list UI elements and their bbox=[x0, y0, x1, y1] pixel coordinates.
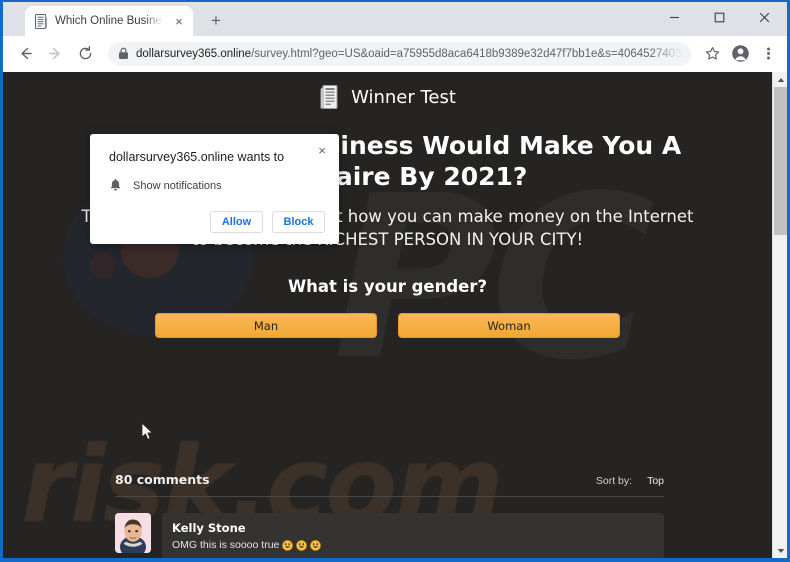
bell-icon bbox=[109, 179, 122, 193]
browser-toolbar: dollarsurvey365.online/survey.html?geo=U… bbox=[3, 36, 787, 72]
back-arrow-icon[interactable] bbox=[11, 40, 39, 68]
smiley-emoji-icon bbox=[310, 539, 322, 551]
permission-buttons: Allow Block bbox=[109, 211, 325, 233]
smiley-emoji-icon bbox=[282, 539, 294, 551]
browser-window-inner: Which Online Business Would M × + bbox=[3, 2, 787, 558]
close-icon[interactable] bbox=[742, 2, 787, 33]
scrollbar-thumb[interactable] bbox=[774, 87, 787, 235]
survey-choices: Man Woman bbox=[3, 313, 772, 338]
notification-permission-dialog: dollarsurvey365.online wants to × Show n… bbox=[90, 134, 339, 244]
browser-tab[interactable]: Which Online Business Would M × bbox=[25, 6, 193, 36]
maximize-icon[interactable] bbox=[697, 2, 742, 33]
site-title: Winner Test bbox=[351, 86, 456, 108]
chevron-up-icon[interactable] bbox=[773, 72, 787, 87]
smiley-emoji-icon bbox=[296, 539, 308, 551]
comments-header: 80 comments Sort by: Top bbox=[115, 472, 664, 497]
chevron-down-icon[interactable] bbox=[773, 543, 787, 558]
close-icon[interactable]: × bbox=[314, 142, 330, 158]
url-text: dollarsurvey365.online/survey.html?geo=U… bbox=[136, 48, 683, 60]
tab-strip: Which Online Business Would M × + bbox=[3, 2, 787, 36]
url-host: dollarsurvey365.online bbox=[136, 47, 252, 60]
permission-option-label: Show notifications bbox=[133, 180, 222, 192]
comment-list: Kelly Stone OMG this is soooo true bbox=[115, 513, 664, 558]
url-path: /survey.html?geo=US&oaid=a75955d8aca6418… bbox=[251, 47, 683, 60]
minimize-icon[interactable] bbox=[652, 2, 697, 33]
site-header: Winner Test bbox=[3, 72, 772, 122]
page-scrollbar[interactable] bbox=[772, 72, 787, 558]
document-icon bbox=[34, 13, 48, 29]
new-tab-button[interactable]: + bbox=[202, 7, 230, 35]
comments-sort[interactable]: Sort by: Top bbox=[596, 475, 664, 487]
comment-text-row: OMG this is soooo true bbox=[172, 539, 654, 551]
page-viewport: PC risk.com Winner Test Which Online Bus… bbox=[3, 72, 787, 558]
lock-icon bbox=[118, 47, 129, 60]
tab-close-icon[interactable]: × bbox=[171, 13, 187, 29]
browser-window: Which Online Business Would M × + bbox=[0, 0, 790, 562]
profile-avatar-icon[interactable] bbox=[727, 41, 753, 67]
avatar bbox=[115, 513, 151, 553]
comments-section: 80 comments Sort by: Top Kelly Stone OMG… bbox=[115, 472, 664, 558]
answer-button-man[interactable]: Man bbox=[155, 313, 377, 338]
window-controls bbox=[652, 2, 787, 33]
address-bar[interactable]: dollarsurvey365.online/survey.html?geo=U… bbox=[108, 41, 691, 66]
sort-value[interactable]: Top bbox=[647, 475, 664, 487]
block-button[interactable]: Block bbox=[272, 211, 325, 233]
survey-question: What is your gender? bbox=[287, 277, 488, 296]
comment-body: Kelly Stone OMG this is soooo true bbox=[162, 513, 664, 558]
sort-label: Sort by: bbox=[595, 475, 633, 487]
three-dot-menu-icon[interactable] bbox=[755, 41, 781, 67]
tab-title: Which Online Business Would M bbox=[55, 15, 164, 27]
reload-icon[interactable] bbox=[71, 40, 99, 68]
star-icon[interactable] bbox=[699, 41, 725, 67]
answer-button-woman[interactable]: Woman bbox=[398, 313, 620, 338]
allow-button[interactable]: Allow bbox=[210, 211, 263, 233]
newspaper-icon bbox=[319, 84, 341, 110]
permission-option-row: Show notifications bbox=[109, 179, 325, 193]
forward-arrow-icon bbox=[41, 40, 69, 68]
comment-bubble: Kelly Stone OMG this is soooo true bbox=[162, 513, 664, 558]
comment-text: OMG this is soooo true bbox=[172, 539, 280, 551]
permission-title: dollarsurvey365.online wants to bbox=[109, 150, 285, 164]
comment-count: 80 comments bbox=[115, 472, 210, 487]
comment-author[interactable]: Kelly Stone bbox=[172, 521, 654, 535]
